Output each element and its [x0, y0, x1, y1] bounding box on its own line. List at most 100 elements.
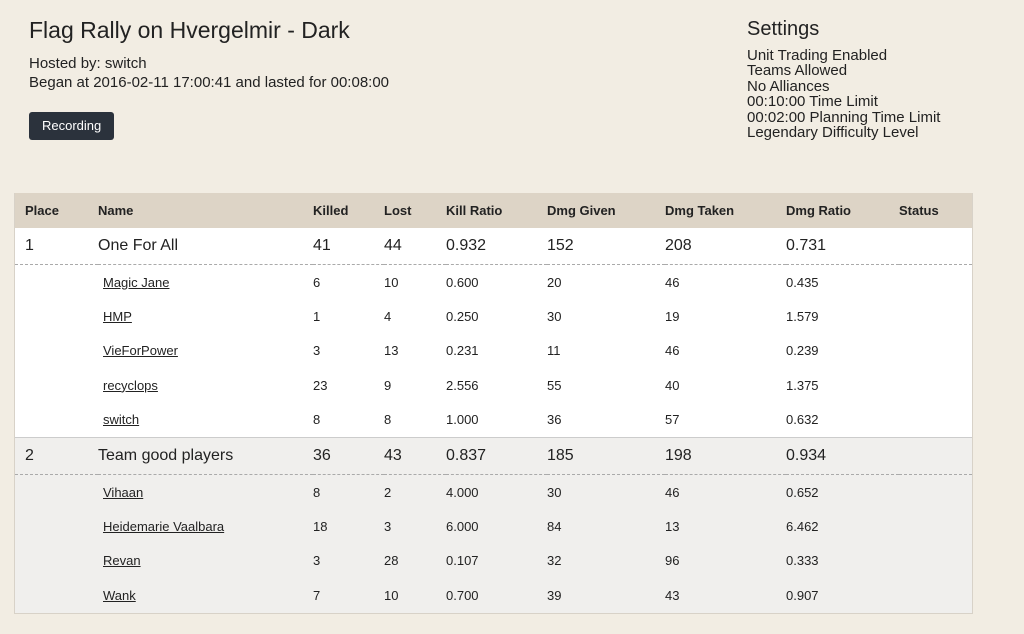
player-kill-ratio: 0.600 [446, 274, 479, 290]
player-status [899, 299, 972, 333]
team-dmg-given: 185 [547, 436, 665, 475]
player-killed: 23 [313, 377, 328, 393]
player-killed: 18 [313, 519, 328, 535]
team-kill-ratio: 0.932 [446, 228, 547, 265]
player-name-link[interactable]: Vihaan [98, 485, 143, 500]
player-kill-ratio: 0.700 [446, 587, 479, 603]
player-name-link[interactable]: recyclops [98, 378, 158, 393]
team-lost: 43 [384, 436, 446, 475]
col-header-dmg-ratio[interactable]: Dmg Ratio [786, 193, 899, 228]
player-dmg-given: 32 [547, 553, 562, 569]
player-lost: 8 [384, 412, 392, 428]
player-lost: 3 [384, 519, 392, 535]
col-header-status[interactable]: Status [899, 193, 972, 228]
player-killed: 1 [313, 309, 321, 325]
player-kill-ratio: 0.107 [446, 553, 479, 569]
player-dmg-taken: 46 [665, 274, 680, 290]
col-header-lost[interactable]: Lost [384, 193, 446, 228]
player-row: Revan 3 28 0.107 32 96 0.333 [15, 543, 972, 579]
player-row: Heidemarie Vaalbara 18 3 6.000 84 13 6.4… [15, 509, 972, 544]
team-place: 1 [15, 228, 98, 265]
team-name: One For All [98, 228, 313, 265]
player-lost: 10 [384, 274, 399, 290]
player-dmg-taken: 19 [665, 309, 680, 325]
col-header-dmg-taken[interactable]: Dmg Taken [665, 193, 786, 228]
player-name-link[interactable]: Heidemarie Vaalbara [98, 519, 224, 534]
player-killed: 8 [313, 484, 321, 500]
results-table-container: Place Name Killed Lost Kill Ratio Dmg Gi… [14, 193, 973, 614]
team-dmg-ratio: 0.934 [786, 436, 899, 475]
player-status [899, 509, 972, 543]
player-kill-ratio: 0.231 [446, 343, 479, 359]
col-header-name[interactable]: Name [98, 193, 313, 228]
team-kill-ratio: 0.837 [446, 436, 547, 475]
player-status [899, 578, 972, 612]
col-header-place[interactable]: Place [15, 193, 98, 228]
player-name-link[interactable]: Revan [98, 553, 141, 568]
player-status [899, 403, 972, 438]
player-dmg-given: 39 [547, 587, 562, 603]
team-group: 2 Team good players 36 43 0.837 185 198 … [15, 436, 972, 613]
player-dmg-taken: 40 [665, 377, 680, 393]
settings-panel: Settings Unit Trading Enabled Teams Allo… [747, 18, 1017, 140]
settings-title: Settings [747, 18, 820, 40]
player-row: recyclops 23 9 2.556 55 40 1.375 [15, 368, 972, 403]
recording-button[interactable]: Recording [29, 112, 115, 140]
game-header: Flag Rally on Hvergelmir - Dark Hosted b… [29, 18, 709, 140]
col-header-dmg-given[interactable]: Dmg Given [547, 193, 665, 228]
player-dmg-ratio: 6.462 [786, 519, 819, 535]
player-killed: 7 [313, 587, 321, 603]
player-row: switch 8 8 1.000 36 57 0.632 [15, 402, 972, 438]
results-table: Place Name Killed Lost Kill Ratio Dmg Gi… [15, 193, 972, 613]
player-name-link[interactable]: Magic Jane [98, 275, 169, 290]
player-dmg-taken: 13 [665, 519, 680, 535]
player-killed: 3 [313, 343, 321, 359]
player-dmg-ratio: 1.375 [786, 377, 819, 393]
player-row: VieForPower 3 13 0.231 11 46 0.239 [15, 333, 972, 369]
player-dmg-ratio: 0.907 [786, 587, 819, 603]
player-name-link[interactable]: switch [98, 412, 139, 427]
player-name-link[interactable]: HMP [98, 309, 132, 324]
began-at: Began at 2016-02-11 17:00:41 and lasted … [29, 74, 390, 91]
player-lost: 28 [384, 553, 399, 569]
player-kill-ratio: 6.000 [446, 519, 479, 535]
col-header-kill-ratio[interactable]: Kill Ratio [446, 193, 547, 228]
player-dmg-ratio: 0.632 [786, 412, 819, 428]
player-dmg-given: 30 [547, 484, 562, 500]
player-killed: 6 [313, 274, 321, 290]
team-row: 1 One For All 41 44 0.932 152 208 0.731 [15, 228, 972, 265]
player-status [899, 368, 972, 402]
team-dmg-given: 152 [547, 228, 665, 265]
player-lost: 9 [384, 377, 392, 393]
team-lost: 44 [384, 228, 446, 265]
player-dmg-ratio: 0.652 [786, 484, 819, 500]
player-dmg-given: 30 [547, 309, 562, 325]
team-dmg-taken: 208 [665, 228, 786, 265]
game-meta: Hosted by: switch Began at 2016-02-11 17… [29, 54, 709, 92]
player-killed: 3 [313, 553, 321, 569]
player-kill-ratio: 2.556 [446, 377, 479, 393]
player-dmg-ratio: 0.239 [786, 343, 819, 359]
player-lost: 10 [384, 587, 399, 603]
col-header-killed[interactable]: Killed [313, 193, 384, 228]
player-kill-ratio: 0.250 [446, 309, 479, 325]
player-row: Vihaan 8 2 4.000 30 46 0.652 [15, 474, 972, 510]
settings-item: Legendary Difficulty Level [747, 124, 919, 142]
player-lost: 4 [384, 309, 392, 325]
player-lost: 13 [384, 343, 399, 359]
player-row: HMP 1 4 0.250 30 19 1.579 [15, 299, 972, 334]
team-dmg-taken: 198 [665, 436, 786, 475]
player-status [899, 265, 972, 300]
player-dmg-given: 55 [547, 377, 562, 393]
player-name-link[interactable]: Wank [98, 588, 136, 603]
settings-list: Unit Trading Enabled Teams Allowed No Al… [747, 48, 1017, 142]
settings-item: No Alliances [747, 77, 830, 95]
settings-item: 00:10:00 Time Limit [747, 93, 878, 111]
team-status [899, 228, 972, 265]
team-name: Team good players [98, 436, 313, 475]
player-dmg-given: 20 [547, 274, 562, 290]
player-name-link[interactable]: VieForPower [98, 343, 178, 358]
settings-item: Teams Allowed [747, 62, 848, 80]
player-dmg-ratio: 1.579 [786, 309, 819, 325]
player-dmg-given: 36 [547, 412, 562, 428]
